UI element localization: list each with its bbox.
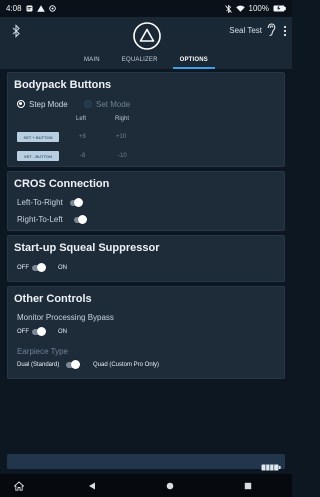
bodypack-buttons-card: Bodypack Buttons Step Mode Set Mode Left… <box>7 72 285 167</box>
battery-icon <box>273 5 286 12</box>
earpiece-type-toggle[interactable] <box>66 360 80 369</box>
warning-icon <box>36 5 45 12</box>
status-bar: 4:08 100% <box>0 0 292 17</box>
set-mode-label[interactable]: Set Mode <box>96 100 130 109</box>
system-nav-bar <box>0 474 292 497</box>
device-name[interactable]: Seal Test <box>229 26 262 35</box>
tab-bar: MAIN EQUALIZER OPTIONS <box>0 51 292 69</box>
device-battery-icon <box>261 458 281 471</box>
bluetooth-off-icon <box>224 4 232 13</box>
earpiece-quad-label[interactable]: Quad (Custom Pro Only) <box>93 362 159 368</box>
bodypack-title: Bodypack Buttons <box>14 79 112 91</box>
minus-right-value: -10 <box>118 153 127 159</box>
sync-icon <box>48 5 56 12</box>
more-vertical-icon[interactable] <box>283 24 287 37</box>
tab-options[interactable]: OPTIONS <box>169 51 219 69</box>
back-icon[interactable] <box>62 474 122 497</box>
squeal-suppressor-toggle[interactable] <box>32 263 46 272</box>
tab-main[interactable]: MAIN <box>73 51 111 69</box>
plus-left-value: +8 <box>79 134 86 140</box>
squeal-suppressor-card: Start-up Squeal Suppressor OFF ON <box>7 235 285 282</box>
tab-equalizer[interactable]: EQUALIZER <box>111 51 169 69</box>
cros-title: CROS Connection <box>14 178 110 190</box>
set-plus-button[interactable]: SET + BUTTON <box>17 132 59 142</box>
status-left: 4:08 <box>6 4 56 13</box>
app-header: Seal Test MAIN EQUALIZER OPTIONS <box>0 17 292 69</box>
cros-connection-card: CROS Connection Left-To-Right Right-To-L… <box>7 171 285 231</box>
col-right-header: Right <box>115 116 130 122</box>
home-icon[interactable] <box>14 474 44 497</box>
right-to-left-toggle[interactable] <box>74 215 87 224</box>
monitor-off-label: OFF <box>17 329 29 335</box>
right-to-left-label: Right-To-Left <box>17 215 63 224</box>
monitor-bypass-toggle[interactable] <box>32 327 46 336</box>
recents-icon[interactable] <box>218 474 278 497</box>
step-mode-radio[interactable] <box>17 100 25 108</box>
plus-right-value: +10 <box>116 134 127 140</box>
other-controls-title: Other Controls <box>14 293 92 305</box>
earpiece-type-label: Earpiece Type <box>17 347 68 356</box>
minus-left-value: -8 <box>80 153 86 159</box>
home-circle-icon[interactable] <box>140 474 200 497</box>
wifi-icon <box>235 5 245 12</box>
brand-logo-icon <box>132 21 162 51</box>
notification-icon <box>26 5 33 12</box>
squeal-title: Start-up Squeal Suppressor <box>14 242 160 254</box>
col-left-header: Left <box>76 116 87 122</box>
footer-status-bar <box>7 454 285 471</box>
squeal-off-label: OFF <box>17 265 29 271</box>
step-mode-label[interactable]: Step Mode <box>29 100 68 109</box>
battery-percent: 100% <box>248 4 269 13</box>
monitor-bypass-label: Monitor Processing Bypass <box>17 313 114 322</box>
monitor-on-label: ON <box>58 329 67 335</box>
status-right: 100% <box>224 4 286 13</box>
other-controls-card: Other Controls Monitor Processing Bypass… <box>7 286 285 379</box>
squeal-on-label: ON <box>58 265 67 271</box>
bluetooth-icon[interactable] <box>11 24 21 38</box>
ear-icon[interactable] <box>266 23 276 37</box>
status-time: 4:08 <box>6 4 22 13</box>
left-to-right-label: Left-To-Right <box>17 198 63 207</box>
left-to-right-toggle[interactable] <box>70 198 83 207</box>
earpiece-dual-label[interactable]: Dual (Standard) <box>17 362 59 368</box>
set-minus-button[interactable]: SET - BUTTON <box>17 151 59 161</box>
set-mode-radio[interactable] <box>84 100 92 108</box>
